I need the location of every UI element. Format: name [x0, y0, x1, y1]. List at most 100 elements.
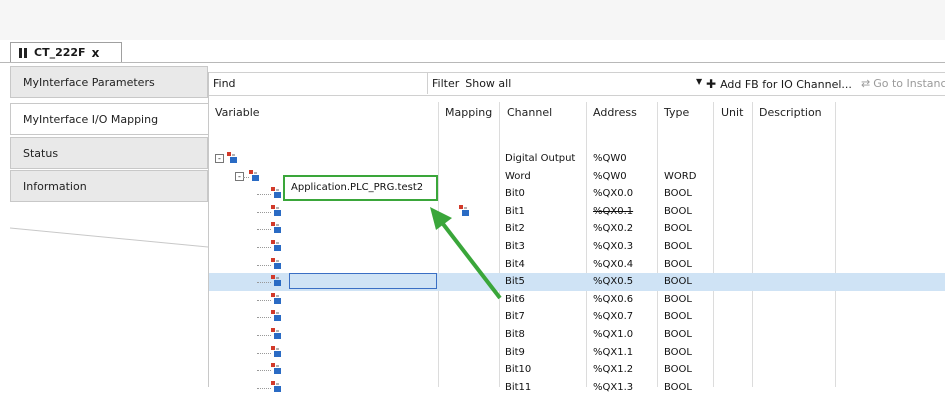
- goto-icon: ⇄: [861, 77, 871, 90]
- channel-cell: Bit2: [505, 223, 525, 235]
- channel-cell: Bit1: [505, 205, 525, 217]
- channel-cell: Digital Output: [505, 153, 576, 164]
- io-channel-icon: [271, 257, 283, 270]
- channel-cell: Bit8: [505, 329, 525, 340]
- type-cell: BOOL: [664, 381, 692, 393]
- collapse-toggle[interactable]: -: [215, 154, 224, 163]
- channel-cell: Bit10: [505, 364, 532, 376]
- go-to-instance-button[interactable]: ⇄Go to Instance: [861, 77, 945, 90]
- sidebar-item-label: MyInterface Parameters: [23, 75, 155, 89]
- sidebar-item-status[interactable]: Status: [10, 137, 208, 169]
- io-mapping-panel: Find Filter Show all ▼ ✚ Add FB for IO C…: [208, 72, 945, 393]
- mapped-variable-text[interactable]: Application.PLC_PRG.test2: [291, 182, 423, 193]
- type-cell: BOOL: [664, 223, 692, 235]
- close-tab-icon[interactable]: x: [92, 46, 100, 60]
- channel-cell: Bit9: [505, 346, 525, 358]
- device-editor-tab[interactable]: CT_222F x: [10, 42, 122, 62]
- channel-cell: Bit0: [505, 188, 525, 200]
- io-channel-icon: [271, 345, 283, 358]
- table-row[interactable]: Bit6 %QX0.6 BOOL: [209, 291, 945, 309]
- address-cell: %QX1.0: [593, 329, 634, 340]
- address-cell: %QX1.1: [593, 346, 634, 358]
- top-toolbar-area: [0, 0, 945, 40]
- filter-label: Filter: [432, 77, 460, 90]
- sidebar-item-parameters[interactable]: MyInterface Parameters: [10, 66, 208, 98]
- col-variable[interactable]: Variable: [215, 106, 260, 119]
- type-cell: BOOL: [664, 241, 692, 252]
- table-row[interactable]: Bit11 %QX1.3 BOOL: [209, 379, 945, 397]
- table-row[interactable]: Bit2 %QX0.2 BOOL: [209, 220, 945, 238]
- channel-cell: Bit4: [505, 258, 525, 270]
- table-row[interactable]: - Digital Output %QW0: [209, 150, 945, 168]
- table-row[interactable]: Bit3 %QX0.3 BOOL: [209, 238, 945, 256]
- io-channel-icon: [249, 169, 261, 182]
- add-fb-button[interactable]: ✚ Add FB for IO Channel...: [706, 77, 852, 91]
- type-cell: BOOL: [664, 188, 692, 200]
- type-cell: BOOL: [664, 205, 692, 217]
- editor-sidebar: MyInterface Parameters MyInterface I/O M…: [0, 62, 208, 387]
- address-cell: %QW0: [593, 170, 627, 182]
- address-cell: %QX0.1: [593, 205, 634, 217]
- mapping-icon: [459, 204, 471, 217]
- col-description[interactable]: Description: [759, 106, 822, 119]
- io-channel-icon: [271, 363, 283, 375]
- table-row[interactable]: Bit4 %QX0.4 BOOL: [209, 256, 945, 274]
- channel-cell: Bit7: [505, 311, 525, 323]
- channel-cell: Bit5: [505, 276, 525, 288]
- sidebar-item-information[interactable]: Information: [10, 170, 208, 202]
- address-cell: %QX1.2: [593, 364, 634, 376]
- mapping-toolbar: Find Filter Show all ▼ ✚ Add FB for IO C…: [209, 72, 945, 96]
- io-channel-icon: [271, 328, 283, 340]
- io-channel-icon: [227, 152, 239, 164]
- variable-edit-field[interactable]: [289, 273, 437, 290]
- type-cell: WORD: [664, 170, 697, 182]
- type-cell: BOOL: [664, 276, 692, 288]
- col-mapping[interactable]: Mapping: [445, 106, 492, 119]
- filter-value: Show all: [465, 77, 512, 90]
- col-type[interactable]: Type: [664, 106, 689, 119]
- table-row[interactable]: Bit8 %QX1.0 BOOL: [209, 326, 945, 344]
- channel-cell: Word: [505, 170, 531, 182]
- io-channel-icon: [271, 222, 283, 234]
- address-cell: %QX0.0: [593, 188, 634, 200]
- type-cell: BOOL: [664, 258, 692, 270]
- sidebar-item-label: Information: [23, 179, 87, 193]
- io-channel-icon: [271, 275, 283, 287]
- io-channel-icon: [271, 310, 283, 322]
- col-channel[interactable]: Channel: [507, 106, 552, 119]
- address-cell: %QX0.2: [593, 223, 634, 235]
- io-channel-icon: [271, 292, 283, 305]
- type-cell: BOOL: [664, 346, 692, 358]
- goto-label: Go to Instance: [873, 77, 945, 90]
- filter-dropdown[interactable]: Filter Show all: [427, 73, 511, 94]
- io-channel-icon: [271, 204, 283, 217]
- io-channel-icon: [271, 187, 283, 199]
- sidebar-item-label: MyInterface I/O Mapping: [23, 112, 159, 126]
- col-unit[interactable]: Unit: [721, 106, 743, 119]
- type-cell: BOOL: [664, 329, 692, 340]
- col-address[interactable]: Address: [593, 106, 637, 119]
- type-cell: BOOL: [664, 364, 692, 376]
- sidebar-item-label: Status: [23, 146, 59, 160]
- address-cell: %QX0.5: [593, 276, 634, 288]
- channel-cell: Bit11: [505, 381, 532, 393]
- device-icon: [19, 47, 28, 58]
- find-field[interactable]: Find: [213, 77, 236, 90]
- type-cell: BOOL: [664, 293, 692, 305]
- table-row[interactable]: Bit1 %QX0.1 BOOL: [209, 203, 945, 221]
- add-icon: ✚: [706, 77, 717, 91]
- sidebar-item-io-mapping[interactable]: MyInterface I/O Mapping: [10, 103, 208, 135]
- table-row[interactable]: Bit7 %QX0.7 BOOL: [209, 308, 945, 326]
- channel-cell: Bit3: [505, 241, 525, 252]
- editor-tabstrip: CT_222F x: [0, 40, 945, 63]
- table-row[interactable]: Bit5 %QX0.5 BOOL: [209, 273, 945, 292]
- chevron-down-icon[interactable]: ▼: [696, 77, 702, 86]
- table-row[interactable]: Bit10 %QX1.2 BOOL: [209, 361, 945, 379]
- type-cell: BOOL: [664, 311, 692, 323]
- tab-title: CT_222F: [34, 46, 86, 59]
- table-row[interactable]: Bit9 %QX1.1 BOOL: [209, 344, 945, 362]
- address-cell: %QX0.3: [593, 241, 634, 252]
- address-cell: %QX1.3: [593, 381, 634, 393]
- address-cell: %QX0.6: [593, 293, 634, 305]
- io-channel-icon: [271, 240, 283, 252]
